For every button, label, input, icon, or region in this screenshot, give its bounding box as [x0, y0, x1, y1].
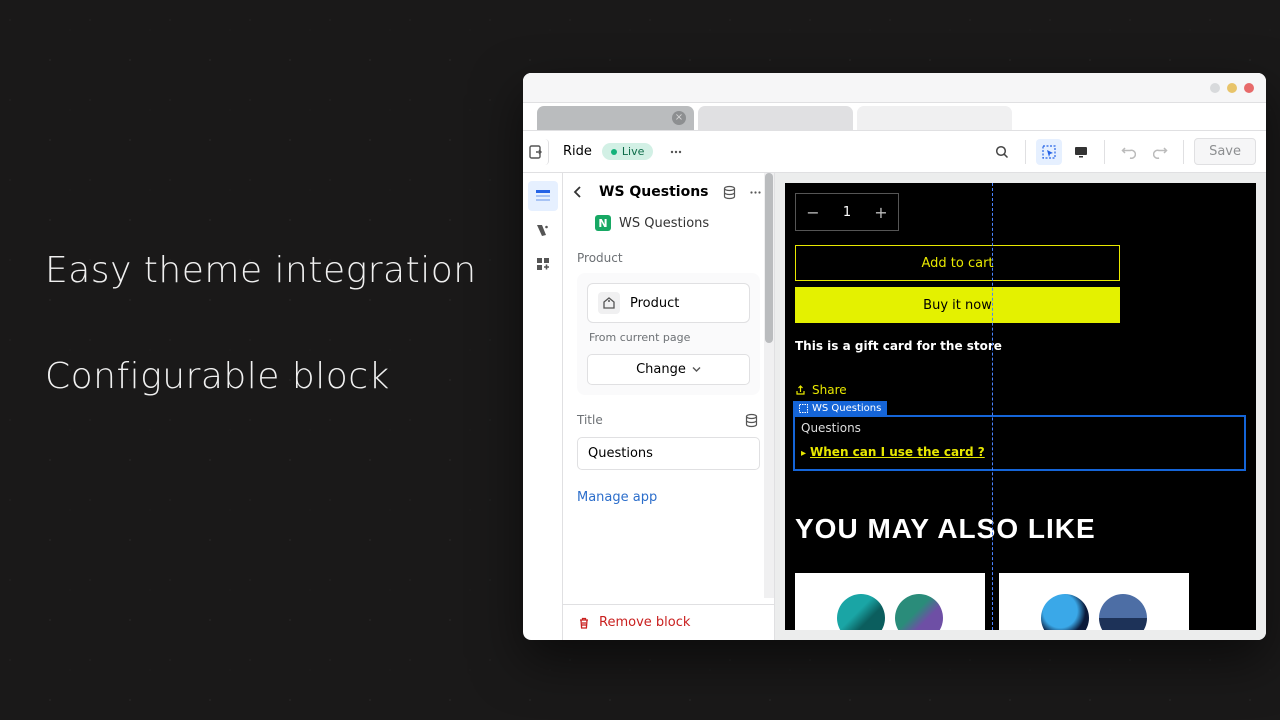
browser-tab[interactable] [698, 106, 853, 130]
editor-toolbar: Ride Live Save [523, 131, 1266, 173]
questions-block[interactable]: Questions When can I use the card ? [793, 415, 1246, 471]
product-section-label: Product [577, 251, 760, 265]
sidebar-scrollbar[interactable] [764, 173, 774, 598]
close-tab-icon[interactable]: × [672, 111, 686, 125]
share-icon [795, 385, 806, 396]
app-window: × Ride Live [523, 73, 1266, 640]
callout-text: Easy theme integration Configurable bloc… [45, 250, 477, 462]
product-note: From current page [587, 331, 750, 344]
selection-icon [799, 404, 808, 413]
app-logo-icon: N [595, 215, 611, 231]
product-card: Product From current page Change [577, 273, 760, 395]
trash-icon [577, 616, 591, 630]
browser-tab[interactable] [857, 106, 1012, 130]
browser-tab-active[interactable]: × [537, 106, 694, 130]
window-maximize[interactable] [1227, 83, 1237, 93]
quantity-input[interactable] [830, 194, 864, 230]
titlebar [523, 73, 1266, 103]
app-embeds-icon[interactable] [528, 249, 558, 279]
block-more-icon[interactable] [746, 183, 764, 201]
quantity-increase[interactable]: + [864, 194, 898, 230]
theme-settings-icon[interactable] [528, 215, 558, 245]
remove-block-button[interactable]: Remove block [563, 604, 774, 640]
questions-title: Questions [801, 421, 1238, 435]
data-source-icon[interactable] [720, 183, 738, 201]
product-row[interactable]: Product [587, 283, 750, 323]
manage-app-link[interactable]: Manage app [577, 490, 657, 505]
more-options-button[interactable] [663, 139, 689, 165]
theme-name: Ride [563, 144, 592, 159]
change-product-button[interactable]: Change [587, 354, 750, 385]
product-card[interactable] [999, 573, 1189, 630]
selected-block-label[interactable]: WS Questions [793, 401, 887, 416]
gift-description: This is a gift card for the store [795, 339, 1002, 353]
window-minimize[interactable] [1210, 83, 1220, 93]
store-preview: − + Add to cart Buy it now This is a gif… [785, 183, 1256, 630]
save-button[interactable]: Save [1194, 138, 1256, 165]
sections-icon[interactable] [528, 181, 558, 211]
product-card[interactable] [795, 573, 985, 630]
chevron-down-icon [692, 365, 701, 374]
alignment-guide [992, 183, 993, 630]
product-icon [598, 292, 620, 314]
block-settings-sidebar: WS Questions N WS Questions Product [563, 173, 775, 640]
redo-icon[interactable] [1147, 139, 1173, 165]
quantity-selector: − + [795, 193, 899, 231]
desktop-view-icon[interactable] [1068, 139, 1094, 165]
product-thumb [1099, 594, 1147, 630]
buy-it-now-button[interactable]: Buy it now [795, 287, 1120, 323]
search-icon[interactable] [989, 139, 1015, 165]
you-may-also-like-heading: YOU MAY ALSO LIKE [795, 513, 1096, 545]
callout-line-1: Easy theme integration [45, 250, 477, 291]
quantity-decrease[interactable]: − [796, 194, 830, 230]
callout-line-2: Configurable block [45, 356, 477, 397]
back-button[interactable] [573, 186, 591, 198]
preview-wrapper: − + Add to cart Buy it now This is a gif… [775, 173, 1266, 640]
title-input[interactable] [577, 437, 760, 470]
status-badge: Live [602, 143, 653, 160]
exit-editor-button[interactable] [523, 139, 549, 165]
share-button[interactable]: Share [795, 383, 847, 397]
undo-icon[interactable] [1115, 139, 1141, 165]
question-item[interactable]: When can I use the card ? [801, 445, 1238, 459]
product-label: Product [630, 296, 679, 311]
inspector-mode-icon[interactable] [1036, 139, 1062, 165]
title-section-label: Title [577, 413, 603, 427]
product-thumb [895, 594, 943, 630]
product-thumb [837, 594, 885, 630]
block-title: WS Questions [599, 184, 712, 200]
app-attribution[interactable]: N WS Questions [563, 211, 774, 243]
app-name: WS Questions [619, 216, 709, 231]
product-thumb [1041, 594, 1089, 630]
browser-tabs: × [523, 103, 1266, 131]
dynamic-source-icon[interactable] [742, 411, 760, 429]
left-rail [523, 173, 563, 640]
add-to-cart-button[interactable]: Add to cart [795, 245, 1120, 281]
window-close[interactable] [1244, 83, 1254, 93]
